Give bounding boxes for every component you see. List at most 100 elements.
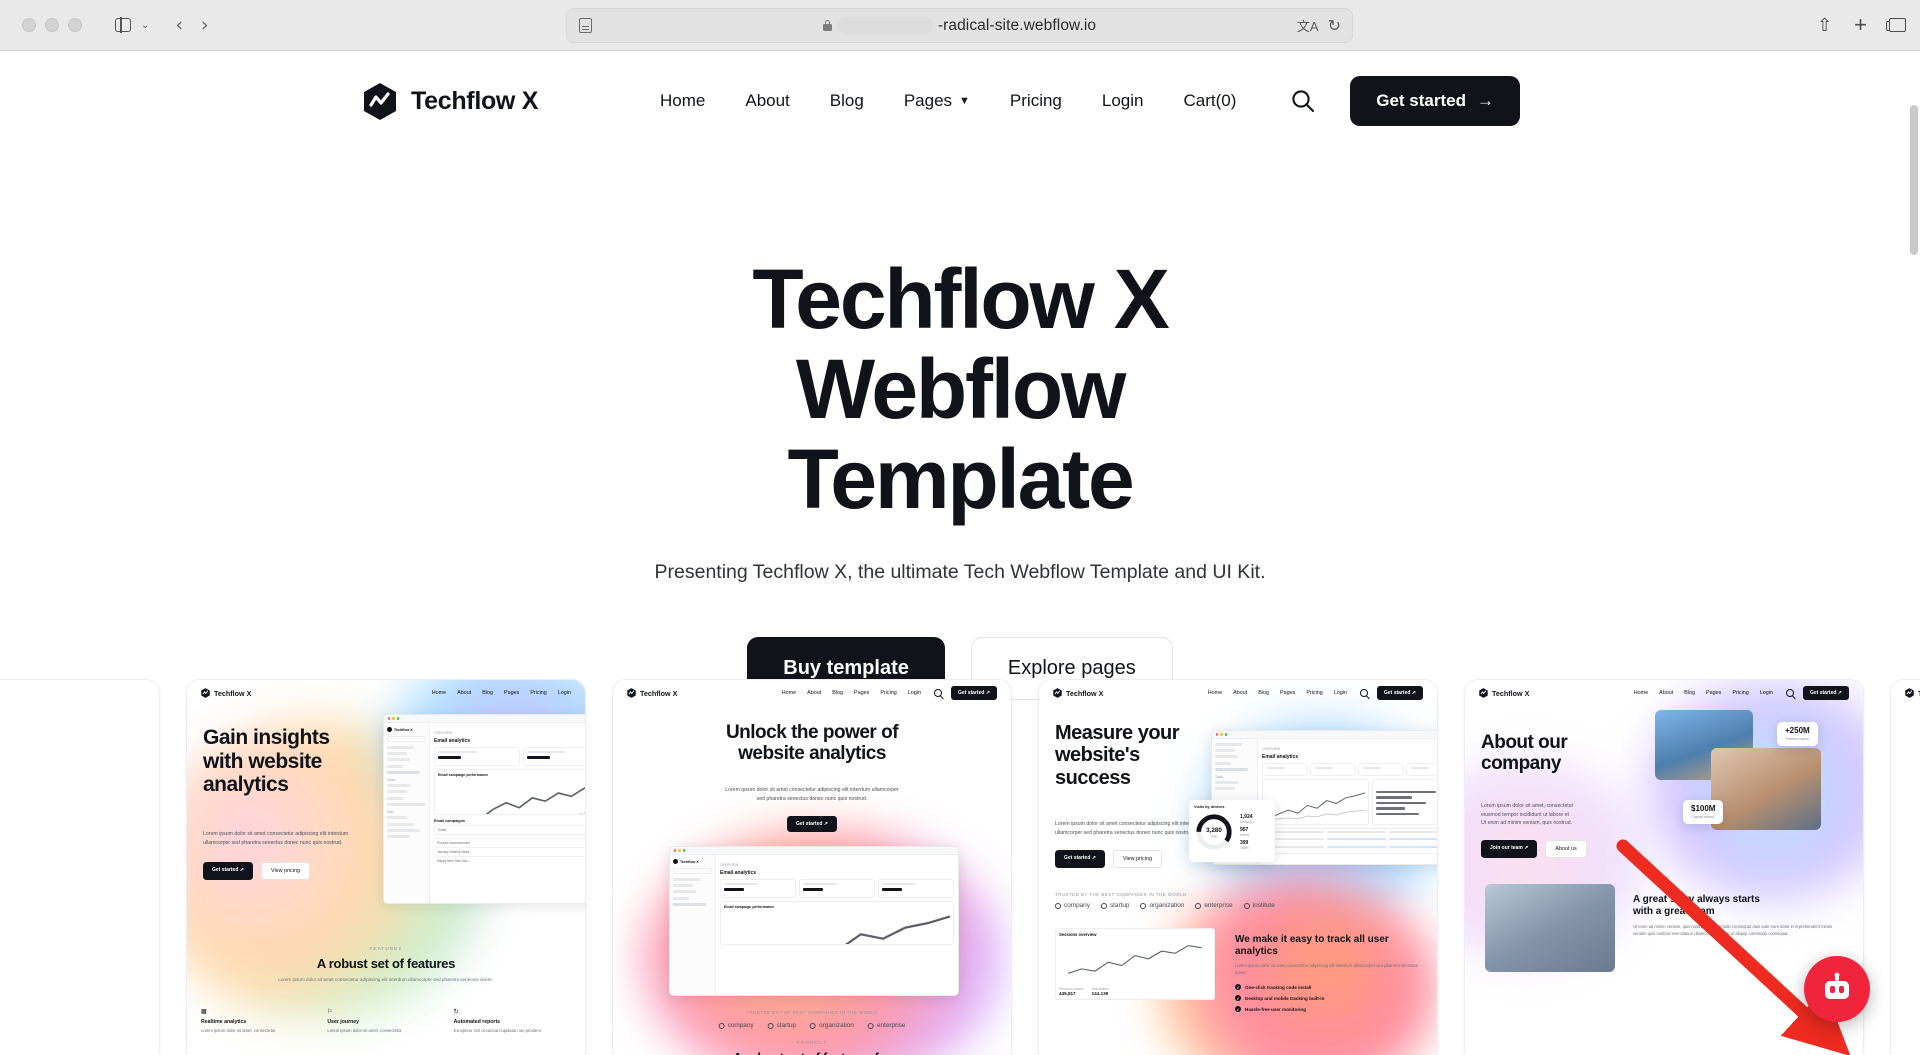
template-nav: Techflow X Home About Blog Pages Pricing Lo… [1039,680,1437,706]
template-cta: Get started ↗ [1377,686,1423,700]
features-columns: ▩ Realtime analytics Lorem ipsum dolor s… [187,1008,585,1035]
template-secondary-button: View pricing [1112,850,1162,868]
template-carousel[interactable]: Login Get started ↗ Lorem ipsum dolor si… [0,679,1920,1055]
flag-icon: ⚐ [327,1009,333,1015]
logo-item: enterprise [1195,902,1233,909]
sessions-overview-card: Sessions overview Recurring visitors 445… [1055,928,1215,1000]
template-card-2[interactable]: Techflow X Home About Blog Pages Pricing Lo… [612,679,1012,1055]
chevron-down-icon[interactable]: ⌄ [141,20,149,31]
page-scrollbar[interactable] [1910,105,1918,255]
template-card-5[interactable]: Techflow X [1890,679,1920,1055]
about-us-button: About us [1545,840,1587,858]
team-photo-3 [1485,884,1615,972]
bar-chart-icon: ▩ [201,1009,207,1015]
nav-item-pages[interactable]: Pages ▼ [904,91,970,111]
new-tab-icon[interactable]: + [1854,12,1867,38]
feature-item: ↻ Automated reports Excepteur sint occae… [453,1009,542,1033]
template-buttons: Get started ↗ View pricing [203,862,310,880]
template-card-3[interactable]: Techflow X Home About Blog Pages Pricing Lo… [1038,679,1438,1055]
template-nav: Login Get started ↗ [0,680,159,706]
url-redacted-block [836,17,933,34]
url-text: -radical-site.webflow.io [937,16,1097,34]
nav-item-about[interactable]: About [745,91,789,111]
features-kicker: FEATURES [369,946,403,951]
chatbot-button[interactable] [1804,956,1870,1022]
share-icon[interactable]: ⇧ [1817,15,1832,36]
back-button[interactable]: ‹ [175,14,183,36]
template-cta: Get started ↗ [951,686,997,700]
search-icon [1360,689,1369,697]
template-primary-button: Get started ↗ [787,816,837,832]
hero-title-line-1: Techflow X Webflow [752,252,1169,436]
reader-view-button[interactable] [579,18,592,33]
track-analytics-block: We make it easy to track all user analyt… [1235,934,1425,1017]
feature-item: ⚐ User journey Lorem ipsum dolor sit ame… [327,1009,402,1033]
features-subtitle: Lorem ipsum dolor sit amet consectetur a… [278,977,494,982]
company-icon [718,1022,725,1029]
nav-item-cart[interactable]: Cart(0) [1184,91,1237,111]
template-card-4[interactable]: Techflow X Home About Blog Pages Pricing Lo… [1464,679,1864,1055]
sidebar-toggle-button[interactable] [110,13,136,37]
template-body-text: Lorem ipsum dolor sit amet consectetur a… [203,831,349,846]
hexagon-wave-logo-icon [627,688,636,698]
browser-navigation[interactable]: ‹ › [175,14,208,36]
template-brand: Techflow X [1479,688,1529,698]
site-logo[interactable]: Techflow X [363,82,538,120]
dashboard-titlebar [1212,731,1437,739]
nav-item-pages-label: Pages [903,91,953,110]
template-nav-links: Home About Blog Pages Pricing Login [1207,690,1348,696]
logo-item: enterprise [867,1022,905,1029]
nav-item-login[interactable]: Login [1102,91,1144,111]
reload-icon[interactable]: ↻ [1328,16,1341,36]
search-icon[interactable] [1289,87,1317,115]
check-icon: ✓ [1235,984,1241,991]
maximize-window-button[interactable] [68,18,82,32]
nav-item-blog[interactable]: Blog [830,91,864,111]
forward-button[interactable]: › [201,14,209,36]
checklist-item: ✓ One-click tracking code install [1235,984,1312,991]
translate-icon[interactable]: 文A [1297,16,1319,35]
template-brand: Techflow X [627,688,677,698]
organization-icon [810,1022,817,1029]
template-secondary-button: View pricing [260,862,310,880]
company-icon [1055,902,1061,909]
template-nav: Techflow X [1891,680,1920,706]
template-nav: Techflow X Home About Blog Pages Pricing Lo… [613,680,1011,706]
address-bar[interactable]: -radical-site.webflow.io 文A ↻ [566,8,1353,43]
hero-subtitle: Presenting Techflow X, the ultimate Tech… [654,560,1266,583]
visits-by-devices-card: Visits by devices 3,280 Visits 1,924 Des… [1189,800,1275,862]
checklist-item: ✓ Hassle-free user monitoring [1235,1006,1307,1013]
trusted-label: TRUSTED BY THE BEST COMPANIES IN THE WOR… [1055,892,1187,897]
page-title: Techflow X Webflow Template [580,252,1340,525]
template-buttons: Get started ↗ [787,816,837,832]
hexagon-wave-logo-icon [363,82,397,120]
hero-section: Techflow X Webflow Template Presenting T… [0,151,1920,700]
svg-text:Visits: Visits [1210,835,1218,839]
sidebar-icon [115,17,131,33]
logo-item: startup [767,1022,796,1029]
nav-item-home[interactable]: Home [660,91,705,111]
line-chart: Email campaign performance [434,769,585,816]
features-title: A robust set of features [316,956,456,971]
template-cta: Get started ↗ [1803,686,1849,700]
template-card-0[interactable]: Login Get started ↗ Lorem ipsum dolor si… [0,679,160,1055]
bar-chart [1372,778,1437,825]
close-window-button[interactable] [22,18,36,32]
window-traffic-lights[interactable] [22,18,82,32]
tab-overview-icon[interactable] [1886,18,1906,32]
get-started-button[interactable]: Get started → [1350,76,1520,126]
hexagon-wave-logo-icon [201,688,210,698]
nav-item-pricing[interactable]: Pricing [1010,91,1062,111]
template-nav: Techflow X Home About Blog Pages Pricing Lo… [1465,680,1863,706]
donut-chart: 3,280 Visits [1196,814,1232,850]
template-nav: Techflow X Home About Blog Pages Pricing Lo… [187,680,585,706]
template-buttons: Join our team ↗ About us [1481,840,1587,858]
minimize-window-button[interactable] [45,18,59,32]
template-nav-links: Home About Blog Pages Pricing Login [431,690,571,696]
template-card-1[interactable]: Techflow X Home About Blog Pages Pricing Lo… [186,679,586,1055]
refresh-icon: ↻ [453,1009,459,1015]
svg-text:3,280: 3,280 [1206,827,1222,834]
template-hero-title: About our company [1481,732,1568,775]
dashboard-titlebar [384,715,585,723]
organization-icon [1140,902,1147,909]
